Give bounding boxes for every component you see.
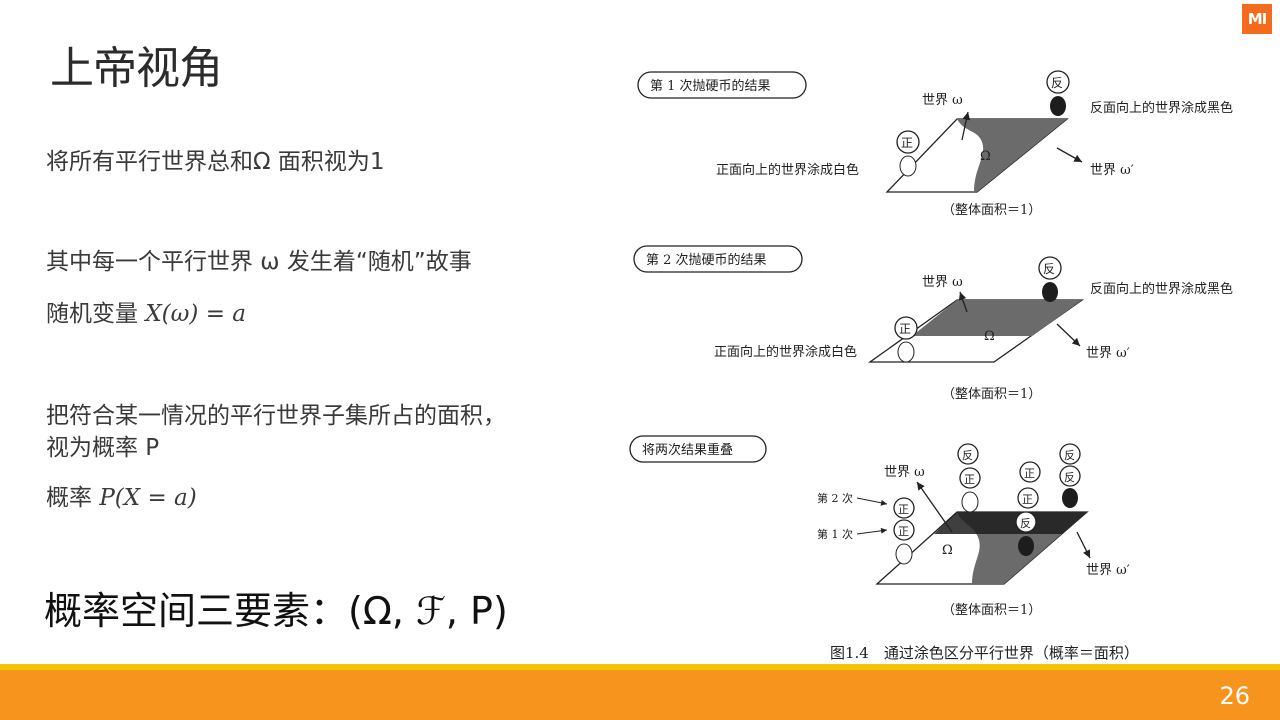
world-prime-label: 世界 ω′ <box>1086 346 1130 361</box>
probability-label: 概率 <box>46 485 100 511</box>
area-note: （整体面积＝1） <box>942 603 1041 618</box>
omega-label: Ω <box>980 149 991 164</box>
coin-tail-text: 反 <box>1020 517 1031 530</box>
world-label: 世界 ω <box>884 465 925 480</box>
coin-tail-text: 反 <box>1043 262 1055 276</box>
coin-head-text: 正 <box>898 525 909 538</box>
black-note: 反面向上的世界涂成黑色 <box>1090 100 1233 116</box>
coin-head-text: 正 <box>1024 467 1035 480</box>
coin-tail-text: 反 <box>962 449 973 462</box>
figure-caption: 图1.4 通过涂色区分平行世界（概率＝面积） <box>830 644 1139 662</box>
panel-label: 将两次结果重叠 <box>642 442 733 458</box>
world-label: 世界 ω <box>922 275 963 290</box>
coin-head-text: 正 <box>1022 493 1033 506</box>
world-prime-label: 世界 ω′ <box>1090 163 1134 178</box>
white-figure-icon <box>961 491 979 513</box>
white-figure-icon <box>899 155 917 177</box>
panel-first-toss: 第 1 次抛硬币的结果 Ω 世界 ω 反面向上的世界涂成黑色 世界 ω′ 正面向… <box>637 70 1233 218</box>
omega-label: Ω <box>984 329 995 344</box>
text-line-6: 概率 P(X = a) <box>46 478 197 512</box>
coin-head-text: 正 <box>899 322 911 336</box>
footer-bar <box>0 670 1280 720</box>
white-figure-icon <box>895 543 913 565</box>
text-line-5: 视为概率 P <box>46 435 160 461</box>
logo-text: MI <box>1247 10 1267 28</box>
panel-second-toss: 第 2 次抛硬币的结果 Ω 世界 ω 反面向上的世界涂成黑色 世界 ω′ 正面向… <box>633 245 1233 402</box>
black-figure-icon <box>1042 282 1058 302</box>
white-figure-icon <box>897 341 915 363</box>
panel-overlay: 将两次结果重叠 Ω 世界 ω 世界 ω′ 第 2 次 第 1 次 （整体面积＝1… <box>629 435 1130 618</box>
probability-formula: P(X = a) <box>99 485 197 511</box>
coin-tail-text: 反 <box>1064 471 1075 484</box>
area-note: （整体面积＝1） <box>942 387 1041 402</box>
panel-label: 第 1 次抛硬币的结果 <box>650 78 771 94</box>
black-figure-icon <box>1062 488 1078 508</box>
first-toss-label: 第 1 次 <box>817 527 853 541</box>
world-label: 世界 ω <box>922 93 963 108</box>
text-line-1: 将所有平行世界总和Ω 面积视为1 <box>46 149 385 175</box>
white-note: 正面向上的世界涂成白色 <box>716 162 859 178</box>
gray-region <box>912 300 1082 336</box>
area-note: （整体面积＝1） <box>942 203 1041 218</box>
black-figure-icon <box>1018 536 1034 556</box>
text-line-4: 把符合某一情况的平行世界子集所占的面积， <box>46 403 506 429</box>
coin-head-text: 正 <box>964 473 975 486</box>
black-note: 反面向上的世界涂成黑色 <box>1090 281 1233 297</box>
text-line-3: 随机变量 X(ω) = a <box>46 294 246 328</box>
world-prime-label: 世界 ω′ <box>1086 563 1130 578</box>
black-figure-icon <box>1050 96 1066 116</box>
second-toss-label: 第 2 次 <box>817 491 853 505</box>
text-line-2: 其中每一个平行世界 ω 发生着“随机”故事 <box>46 249 472 275</box>
coin-tail-text: 反 <box>1051 76 1063 90</box>
coin-head-text: 正 <box>898 503 909 516</box>
page-number: 26 <box>1219 682 1250 710</box>
slide-title: 上帝视角 <box>50 43 223 94</box>
white-note: 正面向上的世界涂成白色 <box>714 344 857 360</box>
omega-label: Ω <box>942 543 953 558</box>
random-variable-label: 随机变量 <box>46 301 146 327</box>
probability-space-heading: 概率空间三要素：(Ω, ℱ, P) <box>44 589 508 633</box>
mi-logo: MI <box>1242 4 1272 34</box>
parallel-worlds-figure: 第 1 次抛硬币的结果 Ω 世界 ω 反面向上的世界涂成黑色 世界 ω′ 正面向… <box>629 70 1233 618</box>
coin-head-text: 正 <box>901 136 913 150</box>
panel-label: 第 2 次抛硬币的结果 <box>646 252 767 268</box>
random-variable-formula: X(ω) = a <box>145 301 246 327</box>
coin-tail-text: 反 <box>1064 449 1075 462</box>
black-region <box>934 512 1087 534</box>
